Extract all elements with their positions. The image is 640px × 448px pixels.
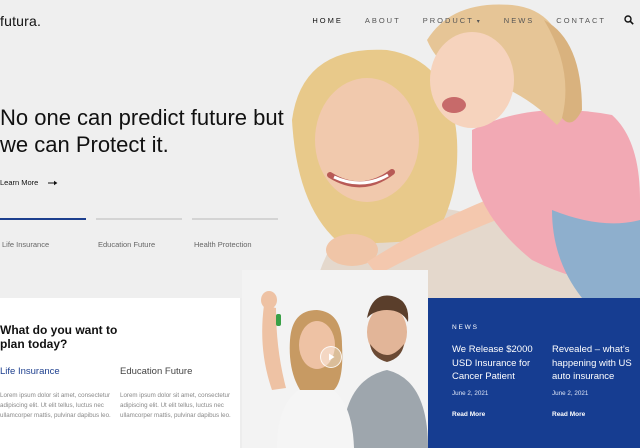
hero-headline: No one can predict future but we can Pro… — [0, 105, 284, 157]
nav-news[interactable]: NEWS — [504, 16, 535, 25]
tab-label: Health Protection — [194, 240, 252, 249]
tab-indicator — [0, 218, 86, 220]
nav-about[interactable]: ABOUT — [365, 16, 401, 25]
brand-logo[interactable]: futura. — [0, 13, 41, 29]
search-icon[interactable] — [624, 15, 634, 25]
plan-card-title[interactable]: Education Future — [120, 366, 238, 377]
hero-section: futura. HOME ABOUT PRODUCT ▾ NEWS CONTACT… — [0, 0, 640, 298]
chevron-down-icon: ▾ — [476, 18, 482, 25]
news-date: June 2, 2021 — [552, 389, 589, 397]
learn-more-link[interactable]: Learn More — [0, 178, 58, 187]
read-more-link[interactable]: Read More — [452, 411, 485, 418]
news-label: NEWS — [452, 324, 479, 331]
arrow-right-icon — [48, 180, 58, 185]
nav-product-label: PRODUCT — [422, 15, 474, 25]
learn-more-label: Learn More — [0, 178, 39, 187]
news-section: NEWS We Release $2000 USD Insurance for … — [428, 298, 640, 448]
nav-product[interactable]: PRODUCT ▾ — [423, 16, 482, 25]
nav-contact[interactable]: CONTACT — [556, 16, 606, 25]
news-title[interactable]: We Release $2000 USD Insurance for Cance… — [452, 343, 538, 384]
news-item: Revealed – what’s happening with US auto… — [552, 343, 638, 397]
tab-life-insurance[interactable]: Life Insurance — [0, 218, 86, 249]
plan-title: What do you want to plan today? — [0, 323, 118, 351]
tab-label: Education Future — [98, 240, 156, 249]
plan-card-life-insurance: Life Insurance Lorem ipsum dolor sit ame… — [0, 366, 118, 421]
plan-card-title[interactable]: Life Insurance — [0, 366, 118, 377]
read-more-link[interactable]: Read More — [552, 411, 585, 418]
hero-tabs: Life Insurance Education Future Health P… — [0, 218, 288, 249]
top-navbar: futura. HOME ABOUT PRODUCT ▾ NEWS CONTACT — [0, 0, 640, 40]
tab-health-protection[interactable]: Health Protection — [192, 218, 278, 249]
news-date: June 2, 2021 — [452, 389, 489, 397]
main-nav: HOME ABOUT PRODUCT ▾ NEWS CONTACT — [290, 15, 634, 25]
plan-card-education-future: Education Future Lorem ipsum dolor sit a… — [120, 366, 238, 421]
plan-card-text: Lorem ipsum dolor sit amet, consectetur … — [120, 392, 231, 419]
tab-indicator — [96, 218, 182, 220]
news-title[interactable]: Revealed – what’s happening with US auto… — [552, 343, 638, 384]
tab-label: Life Insurance — [2, 240, 50, 249]
plan-card-text: Lorem ipsum dolor sit amet, consectetur … — [0, 392, 111, 419]
tab-indicator — [192, 218, 278, 220]
play-button[interactable] — [320, 346, 342, 368]
hero-photo — [282, 0, 640, 298]
plan-section: What do you want to plan today? Life Ins… — [0, 298, 240, 448]
nav-home[interactable]: HOME — [312, 16, 343, 25]
play-icon — [329, 353, 335, 361]
news-item: We Release $2000 USD Insurance for Cance… — [452, 343, 538, 397]
tab-education-future[interactable]: Education Future — [96, 218, 182, 249]
